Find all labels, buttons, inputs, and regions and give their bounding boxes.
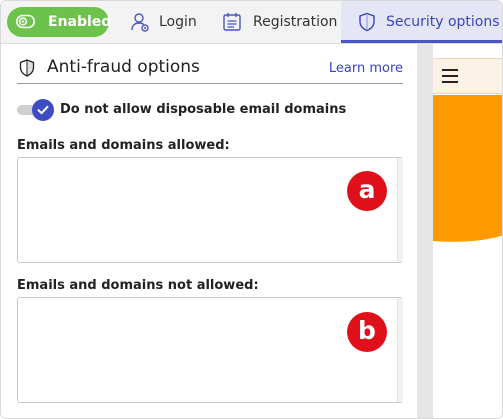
shield-icon: [359, 12, 375, 32]
site-preview: [433, 44, 502, 418]
section-title: Anti-fraud options: [47, 57, 200, 77]
calendar-form-icon: [223, 13, 241, 31]
not-allowed-domains-scrollbar[interactable]: [397, 298, 403, 402]
tab-registration-label: Registration: [253, 14, 338, 30]
preview-hero-shape: [433, 95, 502, 242]
allowed-domains-scrollbar[interactable]: [397, 158, 403, 262]
enabled-icon: [16, 14, 35, 29]
tab-security-options-label: Security options: [386, 14, 500, 30]
tab-login[interactable]: Login: [123, 1, 201, 43]
disposable-email-toggle-row: Do not allow disposable email domains: [17, 99, 397, 123]
toggle-knob: [32, 99, 54, 121]
allowed-domains-textarea[interactable]: [17, 157, 403, 263]
panel-divider: [417, 44, 433, 418]
allowed-domains-label: Emails and domains allowed:: [17, 138, 230, 153]
checkmark-icon: [37, 105, 49, 115]
learn-more-link[interactable]: Learn more: [329, 61, 403, 76]
not-allowed-domains-textarea[interactable]: [17, 297, 403, 403]
section-header: Anti-fraud options Learn more: [17, 54, 403, 84]
user-icon: [131, 13, 149, 32]
security-options-panel: Anti-fraud options Learn more Do not all…: [1, 44, 417, 418]
disposable-email-toggle[interactable]: [17, 99, 55, 121]
annotation-badge-b: b: [347, 312, 387, 352]
annotation-badge-a: a: [347, 171, 387, 211]
enabled-toggle-button[interactable]: Enabled: [7, 7, 112, 37]
tab-bar: Enabled Login Registration Security opti…: [1, 1, 502, 44]
window: Enabled Login Registration Security opti…: [0, 0, 503, 419]
enabled-label: Enabled: [48, 14, 112, 30]
tab-login-label: Login: [159, 14, 197, 30]
tab-security-options[interactable]: Security options: [341, 1, 502, 43]
shield-icon: [19, 59, 35, 77]
not-allowed-domains-label: Emails and domains not allowed:: [17, 278, 259, 293]
tab-registration[interactable]: Registration: [213, 1, 337, 43]
hamburger-icon[interactable]: [442, 69, 458, 83]
disposable-email-toggle-label: Do not allow disposable email domains: [60, 102, 347, 117]
preview-header: [433, 58, 502, 94]
